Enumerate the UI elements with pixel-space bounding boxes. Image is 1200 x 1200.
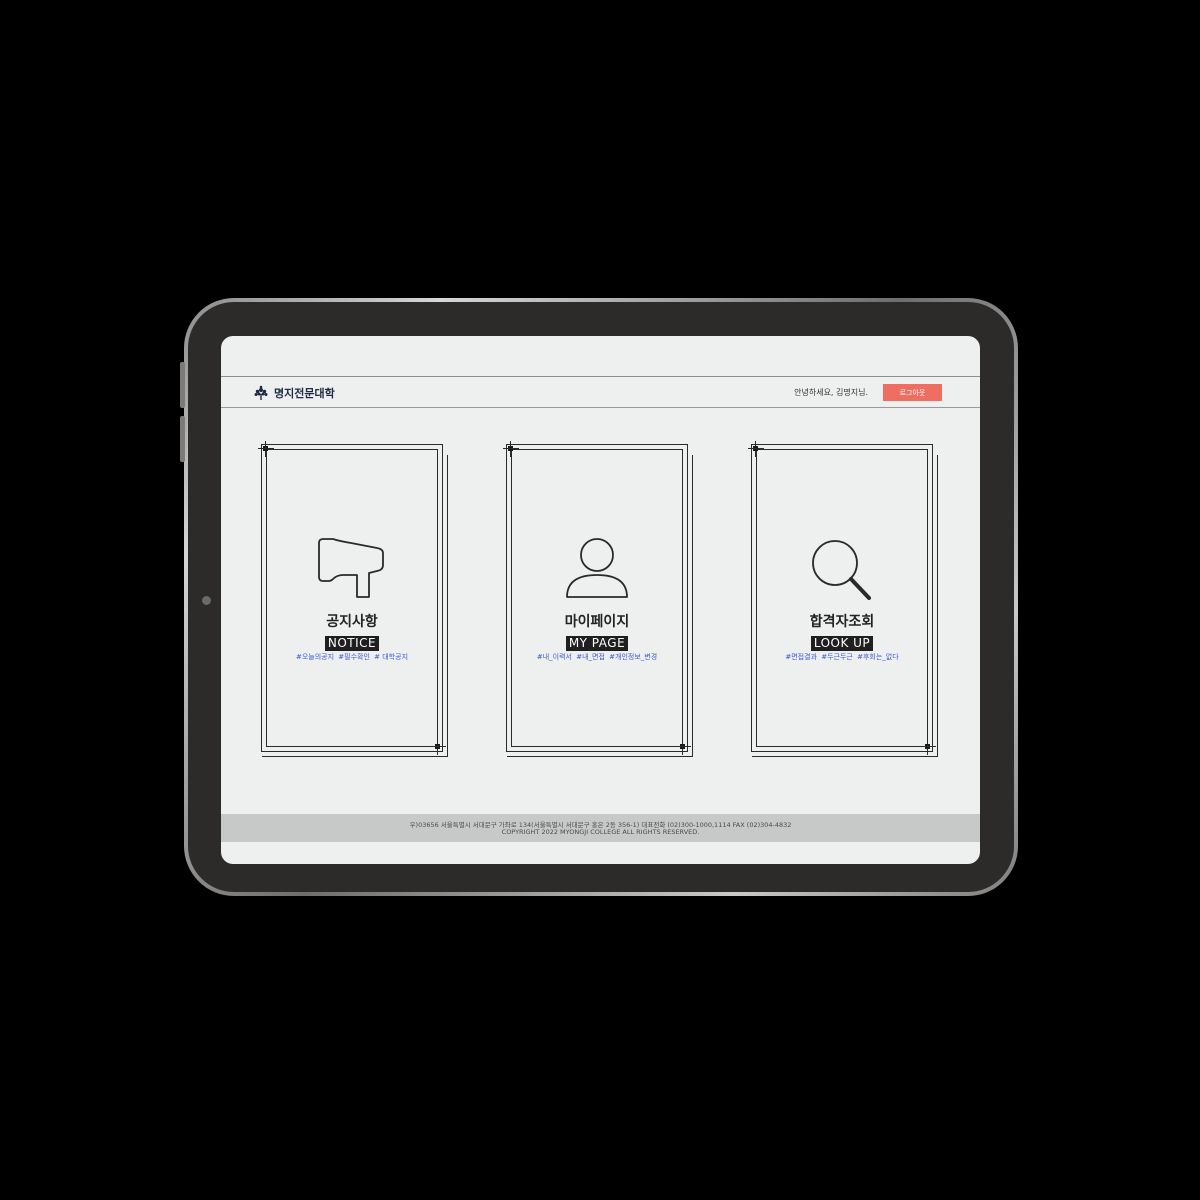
card-frame-shadow xyxy=(262,455,448,757)
tree-logo-icon xyxy=(254,385,268,400)
card-frame-shadow xyxy=(507,455,693,757)
tag-link[interactable]: #내_면접 xyxy=(576,653,605,661)
card-title: 공지사항 xyxy=(326,614,378,630)
card-subtitle: LOOK UP xyxy=(810,636,874,651)
logout-button[interactable]: 로그아웃 xyxy=(883,384,942,401)
tag-link[interactable]: #필수확인 xyxy=(338,653,370,661)
user-icon xyxy=(566,538,628,598)
volume-up-button xyxy=(180,362,185,408)
tag-link[interactable]: #내_이력서 xyxy=(537,653,572,661)
card-title: 합격자조회 xyxy=(809,614,875,630)
card-title: 마이페이지 xyxy=(564,614,630,630)
card-tags: #면접결과 #두근두근 #후회는_없다 xyxy=(752,652,932,662)
header-divider xyxy=(221,407,980,408)
footer-copyright: COPYRIGHT 2022 MYONGJI COLLEGE ALL RIGHT… xyxy=(501,828,700,836)
corner-mark-icon xyxy=(920,739,936,755)
corner-mark-icon xyxy=(503,441,519,457)
corner-mark-icon xyxy=(430,739,446,755)
card-subtitle: NOTICE xyxy=(324,636,380,651)
screen: 명지전문대학 안녕하세요, 김명지님. 로그아웃 공지사항 NOTICE #오늘… xyxy=(221,336,980,864)
notice-card[interactable]: 공지사항 NOTICE #오늘의공지 #필수확인 # 대학공지 xyxy=(258,441,448,757)
greeting-text: 안녕하세요, 김명지님. xyxy=(794,388,868,397)
search-icon xyxy=(812,540,871,600)
card-subtitle: MY PAGE xyxy=(565,636,629,651)
header: 명지전문대학 안녕하세요, 김명지님. 로그아웃 xyxy=(221,377,980,407)
corner-mark-icon xyxy=(675,739,691,755)
tag-link[interactable]: # 대학공지 xyxy=(374,653,408,661)
tag-link[interactable]: #개인정보_변경 xyxy=(609,653,657,661)
tag-link[interactable]: #오늘의공지 xyxy=(296,653,334,661)
logo-text: 명지전문대학 xyxy=(274,387,335,400)
logo[interactable]: 명지전문대학 xyxy=(253,385,335,401)
corner-mark-icon xyxy=(258,441,274,457)
tag-link[interactable]: #면접결과 xyxy=(785,653,817,661)
volume-down-button xyxy=(180,416,185,462)
mypage-card[interactable]: 마이페이지 MY PAGE #내_이력서 #내_면접 #개인정보_변경 xyxy=(503,441,693,757)
lookup-card[interactable]: 합격자조회 LOOK UP #면접결과 #두근두근 #후회는_없다 xyxy=(748,441,938,757)
footer: 우)03656 서울특별시 서대문구 가좌로 134(서울특별시 서대문구 홍은… xyxy=(221,814,980,842)
tag-link[interactable]: #후회는_없다 xyxy=(857,653,899,661)
card-tags: #내_이력서 #내_면접 #개인정보_변경 xyxy=(507,652,687,662)
camera-icon xyxy=(202,596,211,605)
card-frame-shadow xyxy=(752,455,938,757)
tag-link[interactable]: #두근두근 xyxy=(821,653,853,661)
card-tags: #오늘의공지 #필수확인 # 대학공지 xyxy=(262,652,442,662)
corner-mark-icon xyxy=(748,441,764,457)
megaphone-icon xyxy=(318,538,384,598)
